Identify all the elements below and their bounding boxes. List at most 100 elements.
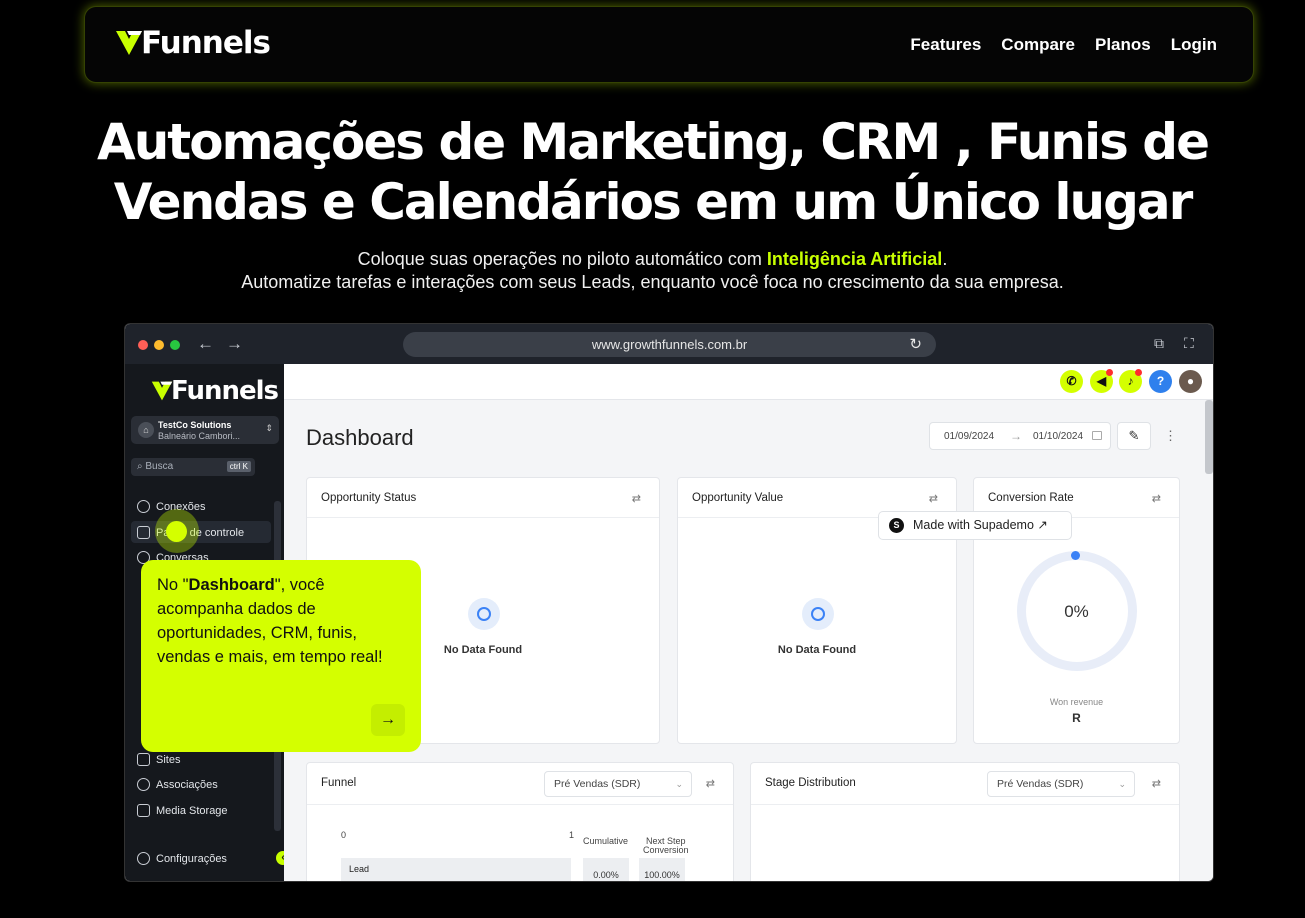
window-close-dot [138, 340, 148, 350]
main-scrollbar[interactable] [1205, 400, 1213, 474]
hero-sub-highlight: Inteligência Artificial [766, 249, 943, 269]
open-external-icon[interactable]: ⧉ [1154, 335, 1164, 352]
back-arrow-icon[interactable]: ← [197, 334, 214, 354]
hero-sub-post: . [942, 249, 948, 269]
gauge-marker [1071, 551, 1080, 560]
help-icon[interactable]: ? [1149, 370, 1172, 393]
filter-icon[interactable]: ⇄ [1152, 492, 1161, 505]
fullscreen-icon[interactable]: ⛶ [1184, 335, 1194, 352]
phone-icon[interactable]: ✆ [1060, 370, 1083, 393]
date-to: 01/10/2024 [1033, 431, 1084, 442]
pencil-icon: ✎ [1128, 428, 1140, 443]
more-options-icon[interactable]: ⋮ [1164, 428, 1177, 444]
dashboard-main: ✆ ◀ ♪ ? ● Dashboard 01/09/2024 → 01/10/2… [284, 364, 1213, 881]
search-icon [802, 598, 834, 630]
company-location: Balneário Cambori... [158, 431, 241, 441]
card-title: Opportunity Value [692, 492, 784, 504]
funnel-axis-end: 1 [569, 830, 575, 840]
supademo-logo-icon: S [889, 518, 904, 533]
external-link-icon: ↗ [1037, 518, 1048, 532]
url-bar[interactable]: www.growthfunnels.com.br ↻ [403, 332, 936, 357]
tour-tooltip: No "Dashboard", você acompanha dados de … [141, 560, 421, 752]
pipeline-select[interactable]: Pré Vendas (SDR) ⌄ [544, 771, 692, 797]
nav-link-compare[interactable]: Compare [1001, 35, 1075, 55]
nav-links: Features Compare Planos Login [910, 35, 1217, 55]
nav-link-login[interactable]: Login [1171, 35, 1217, 55]
col-next-step-line2: Conversion [643, 845, 689, 855]
nav-link-features[interactable]: Features [910, 35, 981, 55]
arrow-right-icon: → [1010, 429, 1022, 443]
hero-sub-line2: Automatize tarefas e interações com seus… [241, 272, 1064, 292]
forward-arrow-icon[interactable]: → [226, 334, 243, 354]
search-placeholder: Busca [145, 461, 174, 472]
card-title: Funnel [321, 777, 357, 789]
company-switcher[interactable]: ⌂ TestCo Solutions Balneário Cambori... … [131, 416, 279, 444]
col-cumulative: Cumulative [583, 836, 629, 846]
hero-title-line2: Vendas e Calendários em um Único lugar [113, 173, 1194, 231]
hero-title-line1: Automações de Marketing, CRM , Funis de [97, 113, 1210, 171]
funnel-stage-lead: Lead [341, 858, 571, 881]
conversion-value: 0% [1064, 602, 1089, 621]
brand-logo[interactable]: Funnels [115, 25, 271, 61]
hero-title: Automações de Marketing, CRM , Funis de … [0, 112, 1305, 232]
col-next-step: Next Step Conversion [643, 837, 689, 855]
sidebar-item-label: Media Storage [156, 804, 228, 817]
gear-icon [137, 852, 150, 865]
search-icon: ⌕ [137, 461, 143, 472]
image-icon [137, 804, 150, 817]
filter-icon[interactable]: ⇄ [632, 492, 641, 505]
tooltip-text-bold: Dashboard [188, 576, 275, 594]
sidebar-search[interactable]: ⌕ Busca ctrl K [131, 458, 255, 476]
filter-icon[interactable]: ⇄ [1152, 777, 1161, 790]
filter-icon[interactable]: ⇄ [706, 777, 715, 790]
card-header: Funnel Pré Vendas (SDR) ⌄ ⇄ [307, 763, 733, 805]
filter-icon[interactable]: ⇄ [929, 492, 938, 505]
cumulative-value: 0.00% [583, 858, 629, 881]
card-title: Stage Distribution [765, 777, 856, 789]
search-icon [468, 598, 500, 630]
avatar[interactable]: ● [1179, 370, 1202, 393]
sidebar-brand-name: Funnels [171, 376, 279, 406]
sidebar-item-media-storage[interactable]: Media Storage [137, 804, 228, 817]
sidebar-item-associacoes[interactable]: Associações [137, 778, 218, 791]
funnel-card: Funnel Pré Vendas (SDR) ⌄ ⇄ 0 1 Cumulati… [306, 762, 734, 881]
stage-distribution-card: Stage Distribution Pré Vendas (SDR) ⌄ ⇄ [750, 762, 1180, 881]
won-revenue-label: Won revenue [1049, 697, 1104, 707]
won-revenue-value: R [1072, 711, 1081, 725]
sidebar-item-sites[interactable]: Sites [137, 753, 180, 766]
funnel-axis-start: 0 [341, 830, 347, 840]
made-with-supademo-badge[interactable]: S Made with Supademo ↗ [878, 511, 1072, 540]
globe-icon [137, 753, 150, 766]
plug-icon [137, 500, 150, 513]
tour-next-button[interactable]: → [371, 704, 405, 736]
hotspot-dot[interactable] [166, 521, 187, 542]
sidebar-item-label: Configurações [156, 852, 227, 865]
grid-icon [137, 526, 150, 539]
next-step-value: 100.00% [639, 858, 685, 881]
sidebar-item-label: Sites [156, 753, 181, 766]
tooltip-text-pre: No " [157, 576, 189, 594]
reload-icon[interactable]: ↻ [909, 332, 922, 357]
browser-chrome: ← → www.growthfunnels.com.br ↻ ⧉ ⛶ [125, 324, 1213, 364]
top-navbar: Funnels Features Compare Planos Login [84, 6, 1254, 83]
search-shortcut: ctrl K [226, 461, 251, 472]
funnels-logo-icon [116, 31, 142, 55]
no-data-text: No Data Found [777, 644, 857, 656]
nav-link-planos[interactable]: Planos [1095, 35, 1151, 55]
stage-label: Lead [349, 864, 370, 874]
sidebar-logo[interactable]: Funnels [151, 376, 279, 406]
sidebar-item-label: Associações [156, 778, 218, 791]
notification-badge [1106, 369, 1113, 376]
date-range-picker[interactable]: 01/09/2024 → 01/10/2024 [929, 422, 1111, 450]
chevron-down-icon: ⌄ [675, 779, 683, 789]
edit-dashboard-button[interactable]: ✎ [1117, 422, 1151, 450]
brand-name: Funnels [141, 25, 271, 61]
app-topbar: ✆ ◀ ♪ ? ● [284, 364, 1213, 400]
sidebar-item-configuracoes[interactable]: Configurações [137, 852, 227, 865]
switch-chevron-icon: ⇕ [265, 423, 273, 433]
page-title: Dashboard [306, 425, 414, 450]
supademo-label: Made with Supademo [913, 518, 1034, 532]
pipeline-select[interactable]: Pré Vendas (SDR) ⌄ [987, 771, 1135, 797]
chevron-down-icon: ⌄ [1118, 779, 1126, 789]
card-header: Opportunity Status ⇄ [307, 478, 659, 518]
